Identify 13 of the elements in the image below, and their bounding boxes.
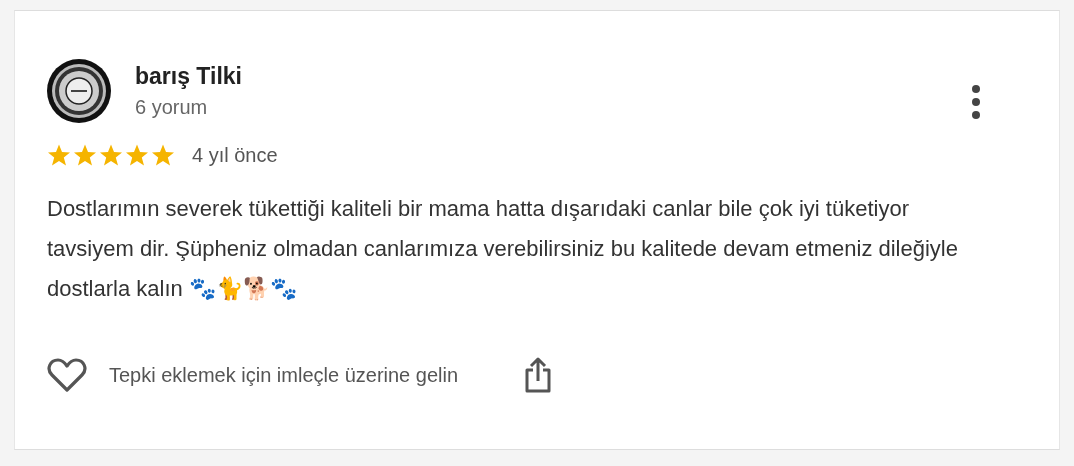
star-icon xyxy=(125,143,149,167)
review-count: 6 yorum xyxy=(135,96,208,119)
review-text: Dostlarımın severek tükettiği kaliteli bir mama hatta dışarıdaki canlar bile çok iyi tüketiyor tavsiyem dir. Şüpheniz olmadan canlarımıza verebilirsiniz bu kalitede devam etmeniz dileğiyle dostlarla kalın 🐾🐈🐕🐾 xyxy=(47,195,959,303)
star-icon xyxy=(151,143,175,167)
reaction-hint: Tepki eklemek için imleçle üzerine gelin xyxy=(109,363,459,387)
share-icon[interactable] xyxy=(524,357,553,393)
more-options-icon[interactable] xyxy=(971,85,981,119)
star-icon xyxy=(47,143,71,167)
author-name[interactable]: barış Tilki xyxy=(135,63,242,90)
star-icon xyxy=(99,143,123,167)
heart-icon[interactable] xyxy=(47,357,87,393)
star-icon xyxy=(73,143,97,167)
review-time: 4 yıl önce xyxy=(192,143,278,167)
